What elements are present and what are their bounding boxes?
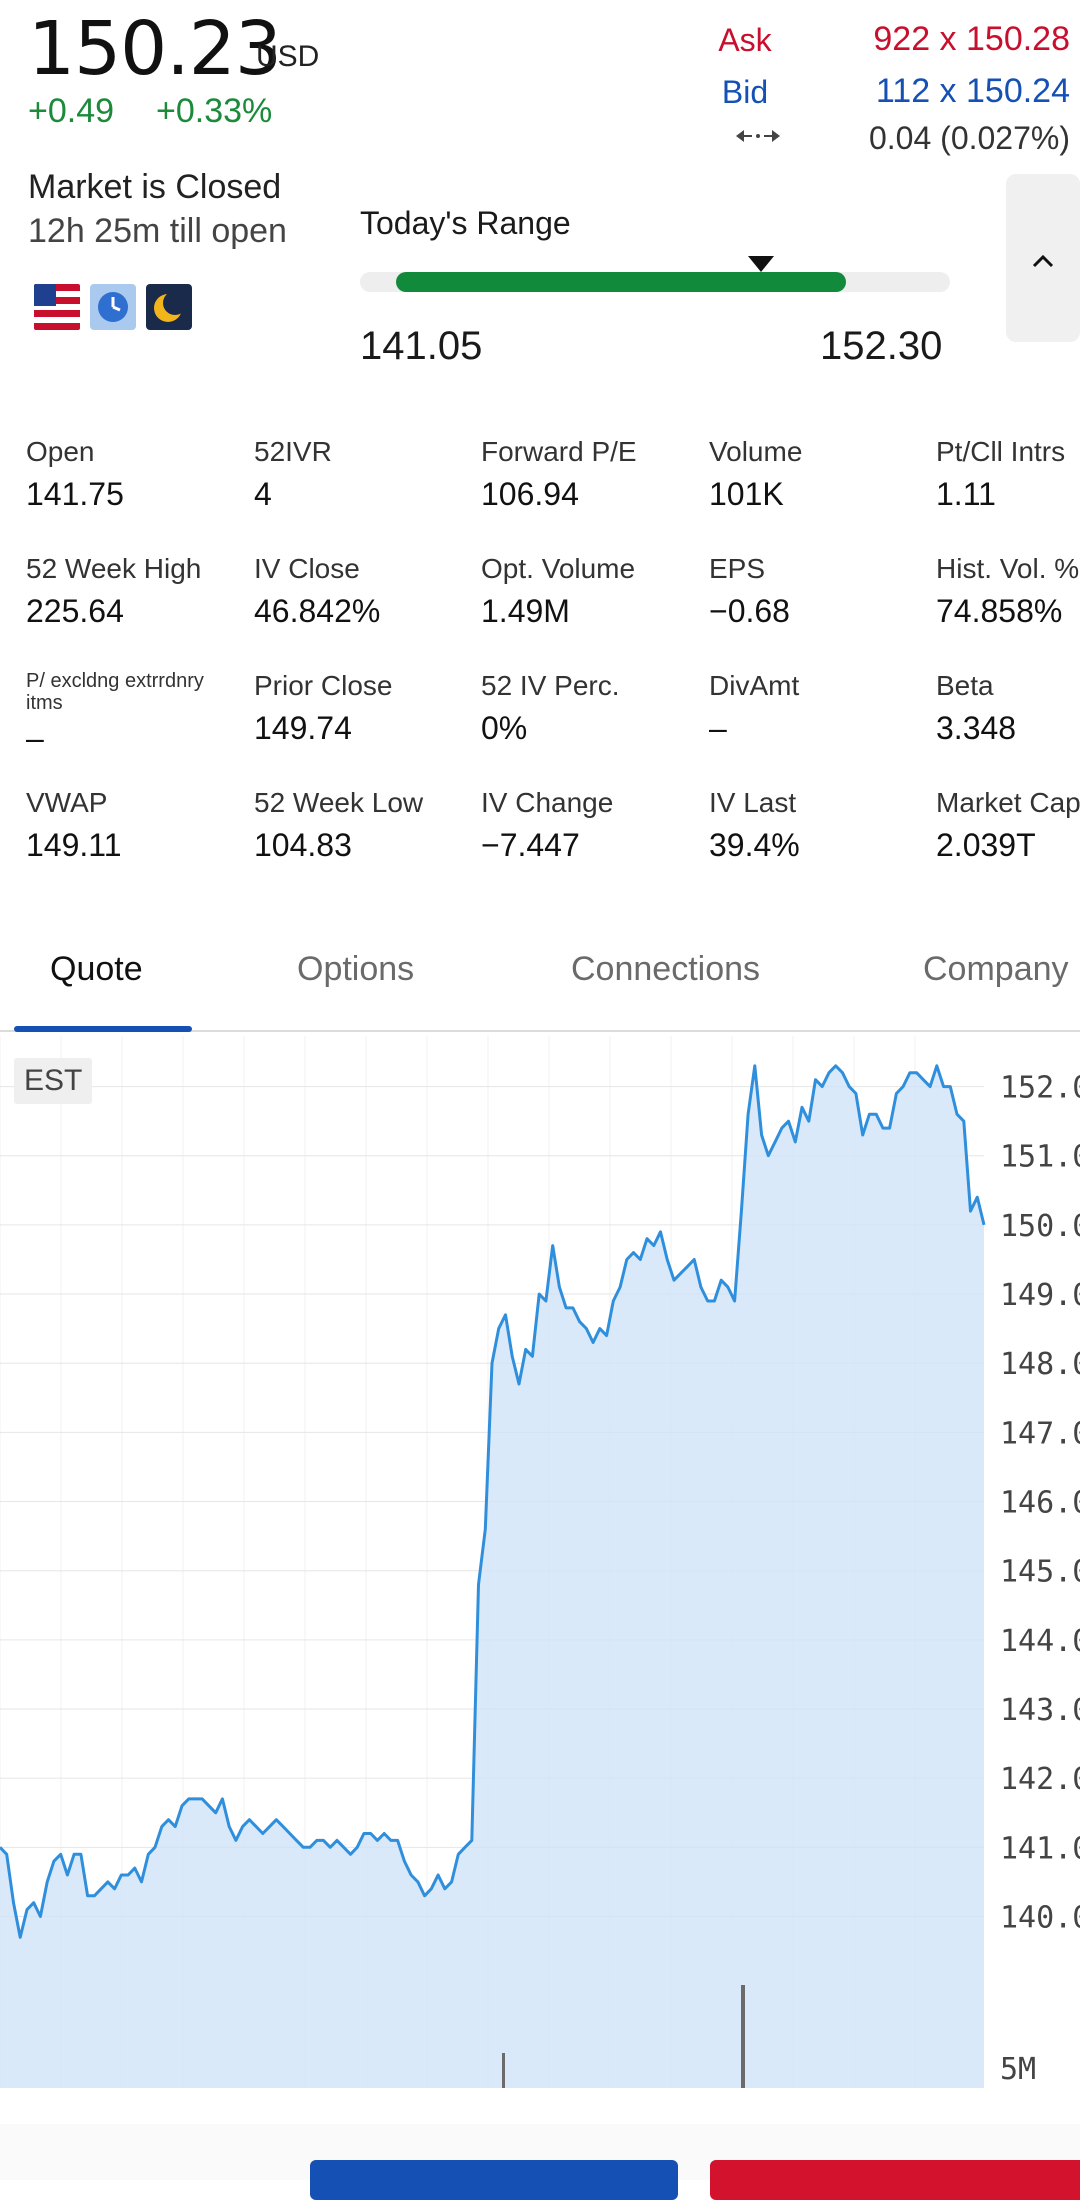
ask-label: Ask (718, 22, 772, 58)
stats-grid: Open 141.75 52IVR 4 Forward P/E 106.94 V… (0, 420, 1080, 880)
y-axis-tick-label: 149.0 (1000, 1278, 1080, 1313)
stat-value-volume: 101K (709, 476, 784, 512)
y-axis-tick-label: 143.0 (1000, 1693, 1080, 1728)
y-axis-tick-label: 144.0 (1000, 1624, 1080, 1659)
stat-label-opt-volume: Opt. Volume (481, 553, 636, 584)
stat-value-hist-vol: 74.858% (936, 593, 1063, 629)
range-current-marker (748, 256, 775, 272)
chevron-up-icon (1031, 240, 1055, 277)
range-low: 141.05 (360, 324, 483, 368)
price-change: +0.49 (28, 92, 115, 130)
stat-value-52wk-high: 225.64 (26, 593, 124, 629)
y-axis-tick-label: 145.0 (1000, 1555, 1080, 1590)
stat-value-52ivr: 4 (254, 476, 272, 512)
last-price: 150.23 (28, 6, 282, 92)
stat-label-volume: Volume (709, 436, 803, 467)
stat-value-iv-close: 46.842% (254, 593, 381, 629)
range-fill (396, 272, 846, 292)
us-flag-icon (34, 284, 80, 330)
moon-icon (146, 284, 192, 330)
time-till-open: 12h 25m till open (28, 212, 287, 250)
stat-value-eps: −0.68 (709, 593, 790, 629)
stat-value-prior-close: 149.74 (254, 710, 352, 746)
stat-label-iv-change: IV Change (481, 787, 614, 818)
clock-icon (90, 284, 136, 330)
stat-value-forward-pe: 106.94 (481, 476, 579, 512)
buy-button[interactable] (310, 2160, 678, 2200)
price-change-percent: +0.33% (156, 92, 273, 130)
stat-label-open: Open (26, 436, 95, 467)
timezone-badge: EST (14, 1058, 93, 1104)
spread-value: 0.04 (0.027%) (868, 120, 1070, 156)
y-axis-tick-label: 148.0 (1000, 1347, 1080, 1382)
y-axis-tick-label: 150.0 (1000, 1209, 1080, 1244)
stat-label-52wk-low: 52 Week Low (254, 787, 424, 818)
y-axis-tick-label: 141.0 (1000, 1831, 1080, 1866)
tab-quote[interactable]: Quote (50, 950, 143, 989)
stat-value-put-call: 1.11 (936, 476, 996, 512)
tab-connections[interactable]: Connections (571, 950, 760, 989)
stat-value-pe-excl: – (26, 720, 44, 756)
ask-value: 922 x 150.28 (873, 20, 1070, 58)
stat-label-52-iv-perc: 52 IV Perc. (481, 670, 620, 701)
stat-label-put-call: Pt/Cll Intrs (936, 436, 1066, 467)
volume-axis-label: 5M (1000, 2052, 1037, 2087)
tab-company[interactable]: Company (923, 950, 1069, 989)
bid-value: 112 x 150.24 (875, 72, 1070, 110)
stat-label-eps: EPS (709, 553, 766, 584)
sell-button[interactable] (710, 2160, 1080, 2200)
spread-arrows-icon (734, 124, 782, 148)
y-axis-tick-label: 152.0 (1000, 1071, 1080, 1106)
bid-label: Bid (721, 74, 769, 110)
volume-bar (502, 2053, 505, 2088)
tab-options[interactable]: Options (297, 950, 414, 989)
stat-value-div-amt: – (709, 710, 727, 746)
range-high: 152.30 (820, 324, 943, 368)
range-title: Today's Range (360, 205, 571, 241)
stat-label-hist-vol: Hist. Vol. % (936, 553, 1080, 584)
stat-value-beta: 3.348 (936, 710, 1017, 746)
price-chart[interactable]: 152.0 151.0 150.0 149.0 148.0 147.0 146.0 145.0… (0, 1036, 1080, 2126)
stat-label-iv-last: IV Last (709, 787, 797, 818)
stat-value-iv-last: 39.4% (709, 827, 800, 863)
y-axis-tick-label: 146.0 (1000, 1486, 1080, 1521)
stat-label-beta: Beta (936, 670, 994, 701)
stat-label-pe-excl: P/ excldng extrrdnry itms (26, 670, 204, 714)
y-axis-tick-label: 140.0 (1000, 1901, 1080, 1936)
collapse-button[interactable] (1006, 174, 1080, 342)
y-axis-tick-label: 151.0 (1000, 1140, 1080, 1175)
stat-value-opt-volume: 1.49M (481, 593, 570, 629)
stat-label-vwap: VWAP (26, 787, 108, 818)
stat-value-52wk-low: 104.83 (254, 827, 352, 863)
stat-label-forward-pe: Forward P/E (481, 436, 637, 467)
stat-value-open: 141.75 (26, 476, 124, 512)
stat-label-prior-close: Prior Close (254, 670, 393, 701)
stat-label-52ivr: 52IVR (254, 436, 332, 467)
stat-value-iv-change: −7.447 (481, 827, 580, 863)
stat-label-market-cap: Market Cap (936, 787, 1080, 818)
volume-bar (741, 1985, 745, 2088)
y-axis-tick-label: 142.0 (1000, 1762, 1080, 1797)
tab-active-indicator (14, 1026, 192, 1032)
stat-value-vwap: 149.11 (26, 827, 122, 863)
stat-label-iv-close: IV Close (254, 553, 360, 584)
y-axis-tick-label: 147.0 (1000, 1416, 1080, 1451)
stat-label-div-amt: DivAmt (709, 670, 800, 701)
market-status: Market is Closed (28, 168, 282, 206)
stat-value-52-iv-perc: 0% (481, 710, 528, 746)
stat-label-52wk-high: 52 Week High (26, 553, 202, 584)
stat-value-market-cap: 2.039T (936, 827, 1036, 863)
currency-label: USD (256, 40, 320, 73)
price-area (0, 1065, 984, 2088)
